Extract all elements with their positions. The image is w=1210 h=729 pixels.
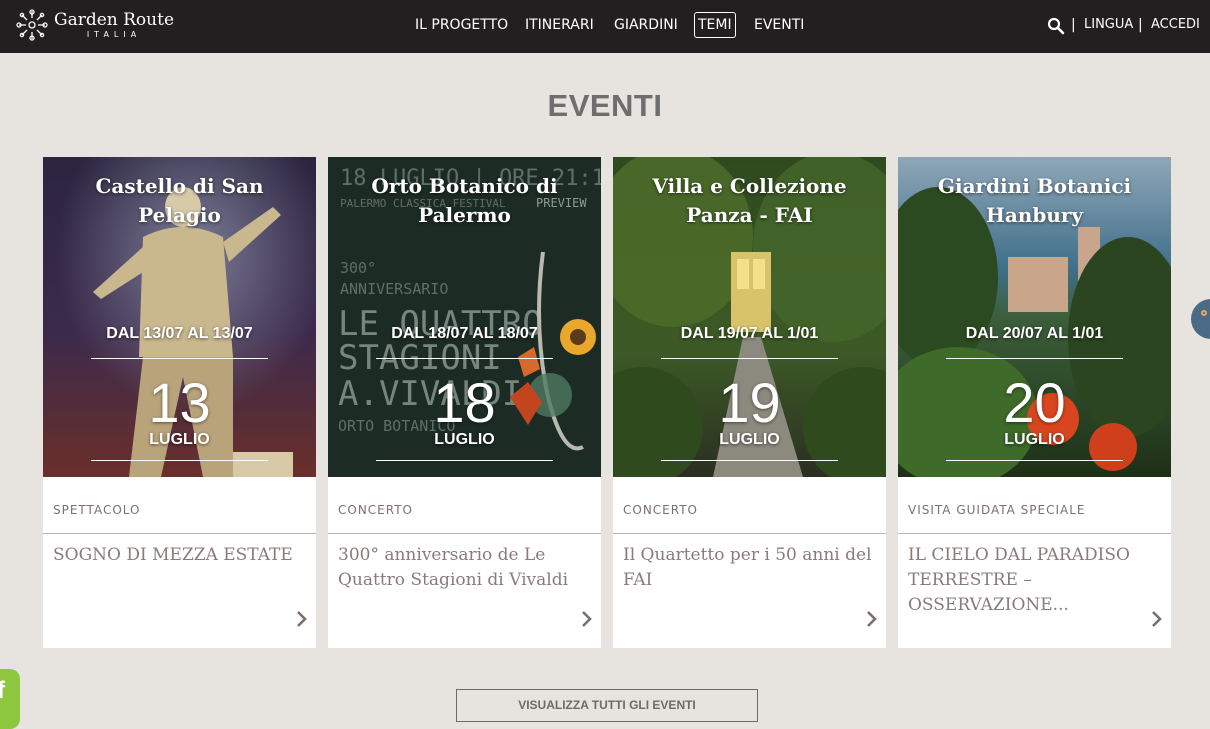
poster-anniversary-label: ANNIVERSARIO [340, 280, 448, 298]
event-image: Giardini Botanici Hanbury DAL 20/07 AL 1… [898, 157, 1171, 477]
divider [613, 533, 886, 534]
event-dates: DAL 19/07 AL 1/01 [680, 325, 819, 342]
poster-anniversary-number: 300° [340, 259, 376, 277]
event-title[interactable]: 300° anniversario de Le Quattro Stagioni… [338, 543, 594, 593]
chevron-right-icon[interactable] [1151, 610, 1163, 628]
event-venue: Castello di San Pelagio [95, 174, 264, 227]
event-venue: Orto Botanico di Palermo [371, 174, 558, 227]
nav-il-progetto[interactable]: IL PROGETTO [415, 15, 508, 35]
view-all-events-button[interactable]: VISUALIZZA TUTTI GLI EVENTI [456, 689, 758, 722]
divider [661, 358, 838, 359]
event-dates: DAL 13/07 AL 13/07 [106, 325, 253, 342]
event-title[interactable]: SOGNO DI MEZZA ESTATE [53, 543, 309, 568]
language-link[interactable]: LINGUA [1084, 15, 1133, 35]
chevron-right-icon[interactable] [581, 610, 593, 628]
logo-title: Garden Route [54, 10, 175, 30]
event-day: 19 [718, 371, 781, 434]
facebook-icon: f [0, 677, 5, 704]
event-day: 18 [433, 371, 496, 434]
event-category: SPETTACOLO [53, 503, 141, 517]
event-dates: DAL 18/07 AL 18/07 [391, 325, 538, 342]
divider [91, 460, 268, 461]
event-month: LUGLIO [1004, 431, 1065, 448]
divider [946, 358, 1123, 359]
site-logo[interactable]: Garden Route ITALIA [16, 8, 174, 42]
logo-flower-icon [16, 9, 48, 41]
event-month: LUGLIO [434, 431, 495, 448]
share-icon [1201, 310, 1207, 316]
nav-eventi[interactable]: EVENTI [754, 15, 804, 35]
divider [376, 460, 553, 461]
login-link[interactable]: ACCEDI [1151, 15, 1200, 35]
nav-temi[interactable]: TEMI [694, 12, 736, 38]
divider [946, 460, 1123, 461]
chevron-right-icon[interactable] [866, 610, 878, 628]
divider [91, 358, 268, 359]
event-dates: DAL 20/07 AL 1/01 [965, 325, 1104, 342]
event-category: VISITA GUIDATA SPECIALE [908, 503, 1086, 517]
event-card[interactable]: 18 LUGLIO | ORE 21:15 PALERMO CLASSICA F… [328, 157, 601, 648]
nav-itinerari[interactable]: ITINERARI [525, 15, 594, 35]
event-venue: Giardini Botanici Hanbury [937, 174, 1132, 227]
logo-text: Garden Route ITALIA [54, 11, 174, 39]
event-day: 20 [1003, 371, 1066, 434]
header-separator: | [1138, 17, 1143, 33]
event-image: Villa e Collezione Panza - FAI DAL 19/07… [613, 157, 886, 477]
chevron-right-icon[interactable] [296, 610, 308, 628]
facebook-tab[interactable]: f [0, 669, 20, 729]
divider [328, 533, 601, 534]
divider [661, 460, 838, 461]
nav-giardini[interactable]: GIARDINI [614, 15, 678, 35]
divider [376, 358, 553, 359]
event-venue: Villa e Collezione Panza - FAI [652, 174, 847, 227]
event-card[interactable]: Castello di San Pelagio DAL 13/07 AL 13/… [43, 157, 316, 648]
event-image: Castello di San Pelagio DAL 13/07 AL 13/… [43, 157, 316, 477]
event-category: CONCERTO [623, 503, 699, 517]
divider [898, 533, 1171, 534]
event-card[interactable]: Villa e Collezione Panza - FAI DAL 19/07… [613, 157, 886, 648]
header-separator: | [1071, 17, 1076, 33]
search-icon[interactable] [1047, 17, 1065, 35]
event-image: 18 LUGLIO | ORE 21:15 PALERMO CLASSICA F… [328, 157, 601, 477]
event-title[interactable]: Il Quartetto per i 50 anni del FAI [623, 543, 879, 593]
event-day: 13 [148, 371, 211, 434]
floating-share-button[interactable] [1191, 299, 1210, 339]
event-title[interactable]: IL CIELO DAL PARADISO TERRESTRE – OSSERV… [908, 543, 1164, 618]
divider [43, 533, 316, 534]
event-category: CONCERTO [338, 503, 414, 517]
event-card[interactable]: Giardini Botanici Hanbury DAL 20/07 AL 1… [898, 157, 1171, 648]
section-title: EVENTI [547, 88, 663, 123]
event-month: LUGLIO [149, 431, 210, 448]
logo-subtitle: ITALIA [86, 30, 142, 39]
event-month: LUGLIO [719, 431, 780, 448]
top-navigation-bar: Garden Route ITALIA IL PROGETTO ITINERAR… [0, 0, 1210, 53]
